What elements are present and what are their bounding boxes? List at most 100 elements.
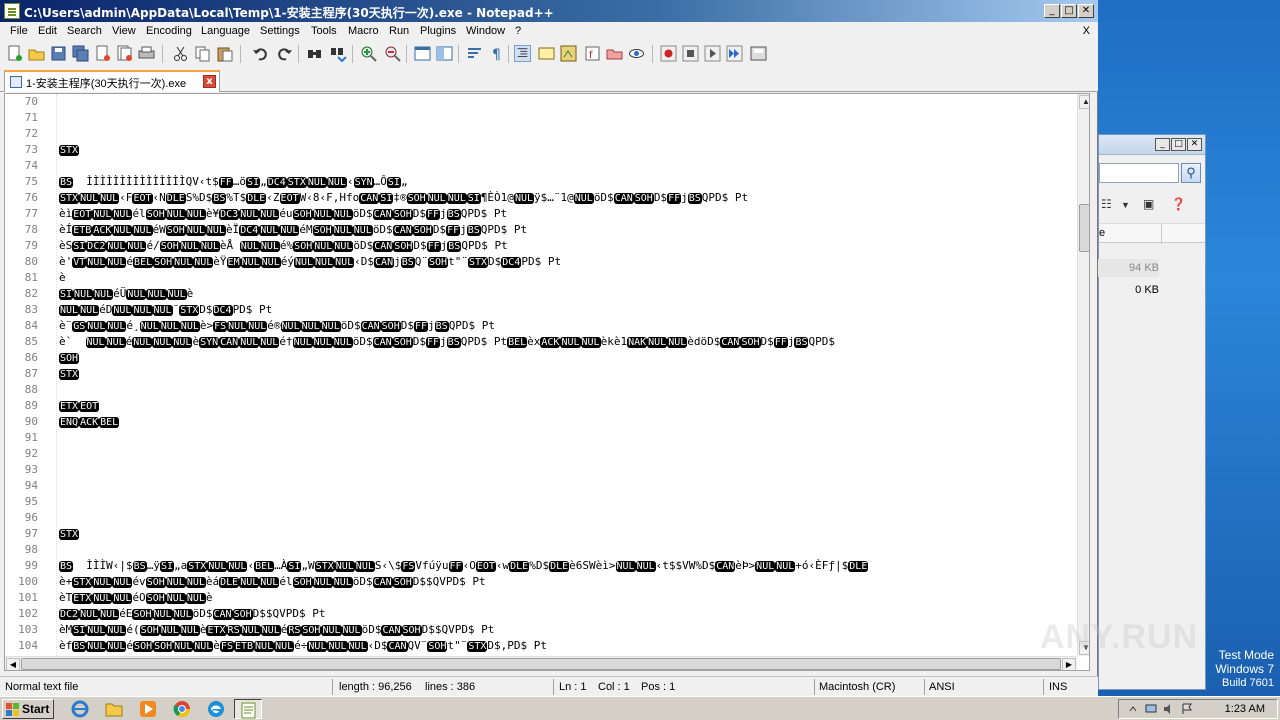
search-input[interactable] [1099, 163, 1179, 183]
volume-icon[interactable] [1163, 703, 1175, 715]
code-line[interactable]: è'VT NUL NULéBEL SOH NUL NULèŸEM NUL NULéýNUL NU… [59, 254, 1073, 270]
code-line[interactable] [59, 430, 1073, 446]
scroll-up-arrow[interactable]: ▲ [1079, 95, 1089, 109]
close-document-button[interactable]: X [1083, 25, 1090, 37]
code-line[interactable] [59, 158, 1073, 174]
save-icon[interactable] [50, 45, 67, 62]
code-line[interactable] [59, 94, 1073, 110]
code-line[interactable] [59, 446, 1073, 462]
explorer-titlebar[interactable]: _ □ ✕ [1099, 135, 1205, 155]
close-all-icon[interactable] [116, 45, 133, 62]
code-line[interactable]: STX [59, 142, 1073, 158]
new-file-icon[interactable] [6, 45, 23, 62]
code-line[interactable] [59, 510, 1073, 526]
editor-area[interactable]: 70 71 72 73 74 75 76 77 78 79 80 81 82 83 84 85 86 87 88 89… [4, 93, 1090, 671]
menu-plugins[interactable]: Plugins [420, 25, 456, 37]
print-icon[interactable] [138, 45, 155, 62]
menu-tools[interactable]: Tools [311, 25, 337, 37]
eol-format[interactable]: Macintosh (CR) [819, 681, 895, 693]
word-wrap-icon[interactable] [466, 45, 483, 62]
show-all-characters-icon[interactable]: ¶ [488, 45, 505, 62]
menu-macro[interactable]: Macro [348, 25, 379, 37]
code-line[interactable]: è¨GS NUL NULé¸NUL NUL NULè>FS NUL NULé®NUL NUL N… [59, 318, 1073, 334]
code-line[interactable]: STX NUL NUL‹FEOT‹NDLES%D$BS%T$DLE‹ZEOTW‹8‹… [59, 190, 1073, 206]
menu-help[interactable]: ? [515, 25, 521, 37]
copy-icon[interactable] [194, 45, 211, 62]
save-macro-icon[interactable] [750, 45, 767, 62]
zoom-in-icon[interactable] [360, 45, 377, 62]
code-line[interactable] [59, 478, 1073, 494]
action-center-flag-icon[interactable] [1181, 703, 1193, 715]
code-line[interactable]: ENQ ACK BEL [59, 414, 1073, 430]
sync-horizontal-icon[interactable] [436, 45, 453, 62]
horizontal-scroll-thumb[interactable] [21, 658, 1061, 670]
menu-file[interactable]: File [10, 25, 28, 37]
network-icon[interactable] [1145, 703, 1157, 715]
paste-icon[interactable] [216, 45, 233, 62]
clock[interactable]: 1:23 AM [1225, 703, 1265, 715]
vertical-scroll-thumb[interactable] [1079, 204, 1089, 252]
code-line[interactable]: SI NUL NULéÜNUL NUL NULè [59, 286, 1073, 302]
code-line[interactable]: è [59, 270, 1073, 286]
tab-document[interactable]: 1-安装主程序(30天执行一次).exe x [4, 70, 220, 92]
column-header[interactable]: e [1099, 223, 1205, 244]
code-line[interactable]: NUL NULéDNUL NUL NUL¨STXD$DC4PD$ Pt [59, 302, 1073, 318]
close-button[interactable]: ✕ [1078, 4, 1094, 18]
run-macro-multiple-icon[interactable] [726, 45, 743, 62]
function-list-icon[interactable]: f [584, 45, 601, 62]
close-file-icon[interactable] [94, 45, 111, 62]
undo-icon[interactable] [252, 45, 269, 62]
redo-icon[interactable] [276, 45, 293, 62]
taskbar-notepadpp-button[interactable] [234, 699, 262, 719]
code-line[interactable]: è` NUL NULéNUL NUL NULèSYN CAN NUL NULé†NUL NUL… [59, 334, 1073, 350]
stop-macro-icon[interactable] [682, 45, 699, 62]
code-line[interactable] [59, 382, 1073, 398]
code-line[interactable]: STX [59, 366, 1073, 382]
taskbar-media-button[interactable] [134, 699, 162, 719]
column-divider[interactable] [1161, 224, 1162, 244]
encoding-indicator[interactable]: ANSI [929, 681, 955, 693]
tab-close-icon[interactable]: x [203, 75, 216, 88]
code-line[interactable]: DC2 NUL NULéESOH NUL NULöD$CAN SOHD$$QVPD$ Pt [59, 606, 1073, 622]
scroll-left-arrow[interactable]: ◀ [6, 658, 20, 670]
play-macro-icon[interactable] [704, 45, 721, 62]
document-map-icon[interactable] [560, 45, 577, 62]
menu-language[interactable]: Language [201, 25, 250, 37]
minimize-button[interactable]: _ [1044, 4, 1060, 18]
search-icon[interactable]: ⚲ [1181, 163, 1201, 183]
code-line[interactable] [59, 126, 1073, 142]
code-line[interactable]: ETX EOT [59, 398, 1073, 414]
maximize-button[interactable]: □ [1171, 138, 1186, 151]
menu-run[interactable]: Run [389, 25, 409, 37]
replace-icon[interactable] [330, 45, 347, 62]
explorer-window[interactable]: _ □ ✕ ⚲ ☷ ▼ ▣ ❓ e 94 KB 0 KB [1097, 134, 1206, 690]
title-bar[interactable]: C:\Users\admin\AppData\Local\Temp\1-安装主程… [0, 0, 1098, 22]
open-file-icon[interactable] [28, 45, 45, 62]
taskbar-explorer-button[interactable] [100, 699, 128, 719]
start-button[interactable]: Start [2, 699, 54, 719]
close-button[interactable]: ✕ [1187, 138, 1202, 151]
cut-icon[interactable] [172, 45, 189, 62]
indent-guide-icon[interactable] [514, 45, 531, 62]
code-line[interactable]: èÍETB ACK NUL NULéWSOH NUL NULèÏDC4 NUL NULéMSO… [59, 222, 1073, 238]
code-line[interactable]: èMSI NUL NULé(SOH NUL NULèETX RS NUL NULéRS SOH N… [59, 622, 1073, 638]
taskbar-edge-button[interactable] [202, 699, 230, 719]
code-line[interactable] [59, 462, 1073, 478]
sync-vertical-icon[interactable] [414, 45, 431, 62]
code-line[interactable] [59, 494, 1073, 510]
record-macro-icon[interactable] [660, 45, 677, 62]
menu-view[interactable]: View [112, 25, 136, 37]
zoom-out-icon[interactable] [384, 45, 401, 62]
code-line[interactable]: èfBS NUL NULéSOH SOH NUL NULèFS ETB NUL NULé÷NUL… [59, 638, 1073, 654]
find-icon[interactable] [306, 45, 323, 62]
maximize-button[interactable]: □ [1061, 4, 1077, 18]
user-language-icon[interactable] [538, 45, 555, 62]
monitoring-icon[interactable] [628, 45, 645, 62]
code-line[interactable]: è+STX NUL NULévSOH NUL NULèáDLE NUL NULélSOH NU… [59, 574, 1073, 590]
preview-pane-icon[interactable]: ▣ [1143, 197, 1154, 211]
minimize-button[interactable]: _ [1155, 138, 1170, 151]
code-line[interactable]: BS ÌÌÌW‹|$BS…ÿSI„aSTX NUL NUL‹BEL…ÀSI„WSTX… [59, 558, 1073, 574]
folder-workspace-icon[interactable] [606, 45, 623, 62]
taskbar-chrome-button[interactable] [168, 699, 196, 719]
menu-encoding[interactable]: Encoding [146, 25, 192, 37]
